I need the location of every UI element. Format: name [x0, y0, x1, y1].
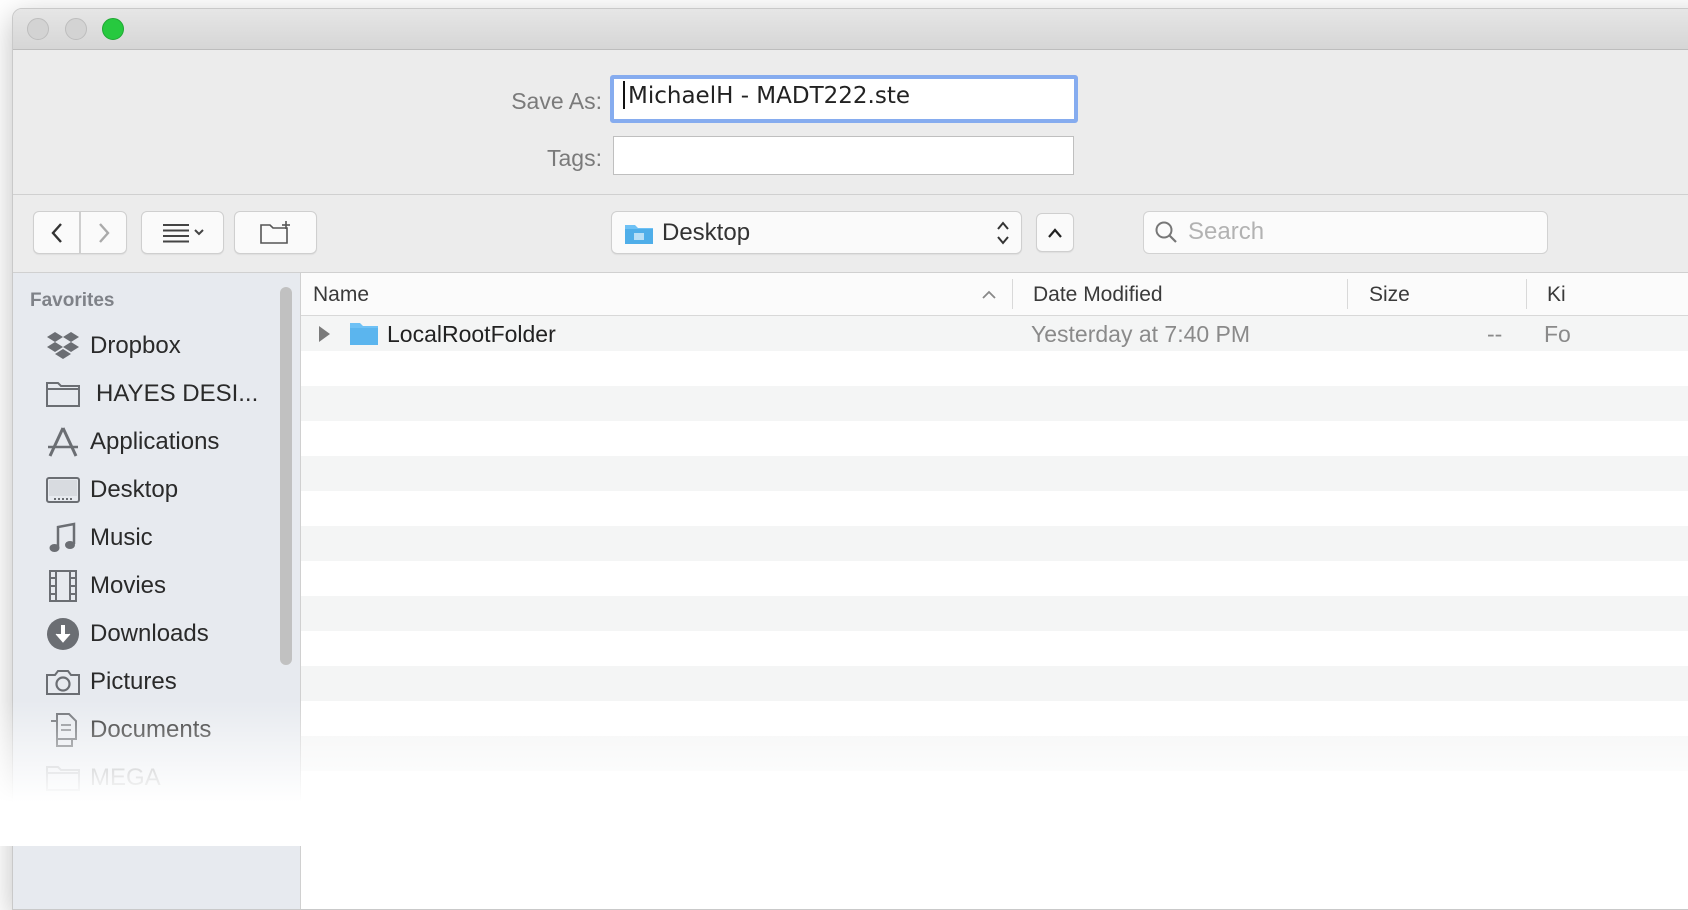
file-row[interactable]: LocalRootFolder Yesterday at 7:40 PM -- …: [301, 316, 1688, 351]
chevron-updown-icon: [997, 221, 1009, 245]
chevron-right-icon: [98, 222, 110, 243]
empty-row: [301, 561, 1688, 596]
sidebar-item-label: Pictures: [90, 668, 177, 695]
desktop-folder-icon: [625, 224, 653, 244]
save-dialog-window: Save As: MichaelH - MADT222.ste Tags: De…: [12, 8, 1688, 910]
movies-icon: [45, 570, 81, 602]
empty-row: [301, 526, 1688, 561]
sidebar-item-label: Documents: [90, 716, 212, 743]
sort-ascending-icon: [982, 290, 996, 299]
save-form: Save As: MichaelH - MADT222.ste Tags:: [13, 50, 1688, 195]
sidebar-item-label: Dropbox: [90, 332, 181, 359]
column-header-row: Name Date Modified Size Ki: [301, 273, 1688, 316]
list-view-icon: [162, 223, 204, 242]
documents-icon: [45, 713, 81, 747]
forward-button[interactable]: [80, 211, 127, 254]
sidebar-item-label: Desktop: [90, 476, 179, 503]
column-header-name[interactable]: Name: [313, 283, 369, 307]
column-header-kind[interactable]: Ki: [1547, 283, 1566, 307]
search-placeholder: Search: [1188, 218, 1265, 245]
empty-row: [301, 631, 1688, 666]
new-folder-icon: [259, 220, 290, 244]
back-button[interactable]: [33, 211, 80, 254]
disclosure-triangle-icon[interactable]: [317, 325, 331, 343]
dropbox-icon: [45, 330, 81, 362]
empty-row: [301, 456, 1688, 491]
title-bar: [13, 9, 1688, 50]
sidebar-item-hayes-design[interactable]: HAYES DESI...: [45, 374, 258, 414]
zoom-button[interactable]: [102, 18, 124, 40]
sidebar-item-label: Music: [90, 524, 153, 551]
chevron-up-icon: [1048, 227, 1062, 238]
text-caret: [623, 80, 625, 109]
tags-field[interactable]: [613, 136, 1074, 175]
column-header-date-modified[interactable]: Date Modified: [1033, 283, 1163, 307]
sidebar: Favorites Dropbox HAYES DESI... Applicat…: [13, 273, 301, 909]
sidebar-item-applications[interactable]: Applications: [45, 422, 219, 462]
column-header-size[interactable]: Size: [1369, 283, 1410, 307]
expand-collapse-button[interactable]: [1036, 213, 1074, 252]
search-icon: [1155, 221, 1177, 243]
chevron-left-icon: [50, 222, 62, 243]
empty-row: [301, 736, 1688, 771]
sidebar-item-label: Downloads: [90, 620, 209, 647]
folder-icon: [45, 762, 81, 794]
sidebar-item-mega[interactable]: MEGA: [45, 758, 161, 798]
sidebar-item-pictures[interactable]: Pictures: [45, 662, 177, 702]
empty-row: [301, 351, 1688, 386]
sidebar-scrollbar[interactable]: [280, 287, 292, 665]
close-button[interactable]: [27, 18, 49, 40]
save-as-label: Save As:: [511, 88, 602, 114]
sidebar-item-label: HAYES DESI...: [96, 380, 259, 407]
column-separator[interactable]: [1526, 279, 1527, 309]
file-date-modified: Yesterday at 7:40 PM: [1031, 321, 1251, 347]
file-size: --: [1487, 321, 1503, 347]
sidebar-item-movies[interactable]: Movies: [45, 566, 166, 606]
empty-row: [301, 666, 1688, 701]
column-separator[interactable]: [1012, 279, 1013, 309]
empty-row: [301, 421, 1688, 456]
folder-icon: [45, 378, 81, 410]
view-options-button[interactable]: [141, 211, 224, 254]
tags-label: Tags:: [547, 145, 602, 171]
file-kind: Fo: [1544, 321, 1571, 347]
sidebar-item-label: Applications: [90, 428, 220, 455]
empty-row: [301, 701, 1688, 736]
minimize-button[interactable]: [65, 18, 87, 40]
save-as-field[interactable]: MichaelH - MADT222.ste: [610, 75, 1078, 123]
folder-icon: [350, 323, 378, 345]
sidebar-item-dropbox[interactable]: Dropbox: [45, 326, 181, 366]
location-popup[interactable]: Desktop: [611, 211, 1022, 254]
applications-icon: [45, 426, 81, 458]
column-separator[interactable]: [1347, 279, 1348, 309]
save-as-value: MichaelH - MADT222.ste: [628, 83, 911, 109]
sidebar-item-desktop[interactable]: Desktop: [45, 470, 178, 510]
location-label: Desktop: [662, 218, 751, 246]
toolbar: Desktop Search: [13, 195, 1688, 273]
empty-row: [301, 596, 1688, 631]
empty-row: [301, 386, 1688, 421]
file-name: LocalRootFolder: [387, 321, 556, 347]
sidebar-item-music[interactable]: Music: [45, 518, 153, 558]
sidebar-item-label: MEGA: [90, 764, 161, 791]
file-list: Name Date Modified Size Ki LocalRootFold…: [301, 273, 1688, 909]
sidebar-heading: Favorites: [30, 290, 115, 311]
sidebar-item-documents[interactable]: Documents: [45, 710, 211, 750]
sidebar-item-downloads[interactable]: Downloads: [45, 614, 209, 654]
new-folder-button[interactable]: [234, 211, 317, 254]
search-field[interactable]: Search: [1143, 211, 1548, 254]
camera-icon: [45, 666, 81, 698]
sidebar-item-label: Movies: [90, 572, 167, 599]
downloads-icon: [45, 618, 81, 650]
empty-row: [301, 491, 1688, 526]
desktop-icon: [45, 474, 81, 506]
music-icon: [45, 522, 81, 554]
